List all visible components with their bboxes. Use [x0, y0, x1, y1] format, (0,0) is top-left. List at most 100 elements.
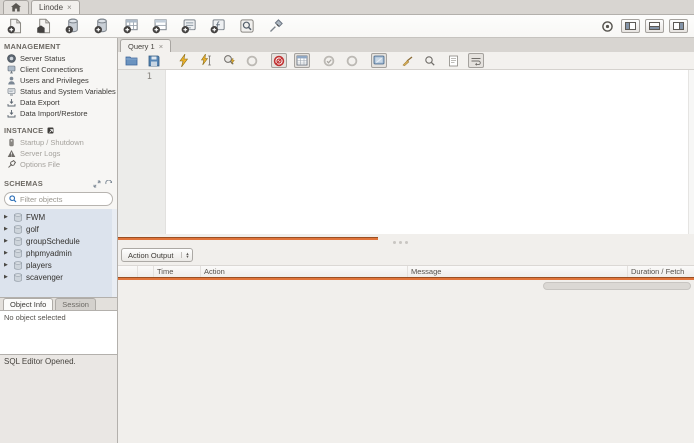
schema-item-groupschedule[interactable]: ▶ groupSchedule	[0, 235, 117, 247]
output-type-label: Action Output	[128, 250, 174, 260]
sidebar-item-users-privileges[interactable]: Users and Privileges	[0, 75, 117, 86]
editor-output-splitter[interactable]	[118, 233, 694, 246]
activity-indicator-icon	[598, 17, 616, 35]
tab-query-1[interactable]: Query 1 ×	[120, 39, 172, 52]
horizontal-scrollbar[interactable]	[543, 281, 691, 290]
dropdown-stepper-icon[interactable]: ▲ ▼	[181, 251, 192, 259]
column-header-time[interactable]: Time	[154, 265, 201, 277]
invisible-characters-icon[interactable]	[445, 53, 461, 68]
new-query-tab-icon[interactable]	[6, 17, 24, 35]
output-type-dropdown[interactable]: Action Output ▲ ▼	[121, 248, 194, 262]
create-view-icon[interactable]	[151, 17, 169, 35]
toggle-left-panel-button[interactable]	[621, 19, 640, 33]
explain-icon[interactable]	[221, 53, 237, 68]
sidebar-item-server-status[interactable]: Server Status	[0, 53, 117, 64]
create-procedure-icon[interactable]	[180, 17, 198, 35]
create-schema-icon[interactable]	[93, 17, 111, 35]
schema-icon	[13, 248, 23, 258]
splitter-highlight	[118, 236, 378, 240]
management-section-title: MANAGEMENT	[4, 42, 61, 51]
search-database-icon[interactable]	[238, 17, 256, 35]
output-table-body	[118, 279, 694, 443]
toggle-bottom-panel-button[interactable]	[645, 19, 664, 33]
save-script-icon[interactable]	[146, 53, 162, 68]
sidebar-item-options-file[interactable]: Options File	[0, 159, 117, 170]
sidebar: MANAGEMENT Server Status Client Connecti…	[0, 38, 118, 443]
chevron-right-icon[interactable]: ▶	[4, 274, 10, 280]
sidebar-item-data-import[interactable]: Data Import/Restore	[0, 108, 117, 119]
column-header-duration-fetch[interactable]: Duration / Fetch	[628, 266, 694, 277]
stop-icon[interactable]	[244, 53, 260, 68]
beautify-icon[interactable]	[399, 53, 415, 68]
status-bar: SQL Editor Opened.	[0, 355, 117, 443]
tab-connection-linode[interactable]: Linode ×	[31, 0, 80, 14]
sidebar-item-client-connections[interactable]: Client Connections	[0, 64, 117, 75]
chevron-right-icon[interactable]: ▶	[4, 226, 10, 232]
user-icon	[7, 76, 16, 85]
column-header-blank[interactable]	[118, 265, 138, 277]
schema-filter-input[interactable]	[20, 194, 108, 204]
export-icon	[7, 98, 16, 107]
tab-home[interactable]	[3, 0, 29, 14]
open-sql-script-icon[interactable]	[35, 17, 53, 35]
close-icon[interactable]: ×	[67, 3, 72, 12]
tree-scrollbar[interactable]	[112, 209, 117, 297]
commit-icon[interactable]	[321, 53, 337, 68]
search-icon	[9, 195, 17, 203]
execute-current-statement-icon[interactable]	[198, 53, 214, 68]
sql-editor-area: Query 1 × 1 Action Output ▲ ▼ Time Actio…	[118, 38, 694, 443]
close-icon[interactable]: ×	[159, 42, 163, 51]
toggle-autocommit-icon[interactable]	[371, 53, 387, 68]
create-function-icon[interactable]	[209, 17, 227, 35]
toggle-stop-on-error-icon[interactable]	[271, 53, 287, 68]
rollback-icon[interactable]	[344, 53, 360, 68]
schema-item-golf[interactable]: ▶ golf	[0, 223, 117, 235]
tab-session[interactable]: Session	[55, 298, 96, 310]
chevron-right-icon[interactable]: ▶	[4, 250, 10, 256]
schema-tree: ▶ FWM ▶ golf ▶ groupSchedule ▶ phpmyadmi…	[0, 209, 117, 297]
sidebar-item-startup-shutdown[interactable]: Startup / Shutdown	[0, 137, 117, 148]
chevron-right-icon[interactable]: ▶	[4, 214, 10, 220]
open-script-icon[interactable]	[123, 53, 139, 68]
create-table-icon[interactable]	[122, 17, 140, 35]
line-number: 1	[146, 72, 152, 82]
import-icon	[7, 109, 16, 118]
execute-icon[interactable]	[175, 53, 191, 68]
reconnect-dbms-icon[interactable]	[267, 17, 285, 35]
chevron-right-icon[interactable]: ▶	[4, 262, 10, 268]
find-icon[interactable]	[422, 53, 438, 68]
object-info-panel: No object selected	[0, 310, 117, 355]
power-icon	[7, 138, 16, 147]
schema-item-phpmyadmin[interactable]: ▶ phpmyadmin	[0, 247, 117, 259]
toggle-right-panel-button[interactable]	[669, 19, 688, 33]
inspect-database-icon[interactable]	[64, 17, 82, 35]
column-header-action[interactable]: Action	[201, 265, 408, 277]
schema-icon	[13, 236, 23, 246]
schema-item-fwm[interactable]: ▶ FWM	[0, 211, 117, 223]
tab-object-info[interactable]: Object Info	[3, 298, 54, 310]
sidebar-item-data-export[interactable]: Data Export	[0, 97, 117, 108]
splitter-grip-icon[interactable]	[393, 240, 396, 244]
sql-code-editor[interactable]: 1	[118, 70, 694, 234]
expand-schemas-icon[interactable]	[93, 180, 101, 188]
schema-item-players[interactable]: ▶ players	[0, 259, 117, 271]
toggle-limit-rows-icon[interactable]	[294, 53, 310, 68]
column-header-message[interactable]: Message	[408, 265, 628, 277]
column-header-blank[interactable]	[138, 265, 154, 277]
schema-icon	[13, 260, 23, 270]
wrap-text-icon[interactable]	[468, 53, 484, 68]
schema-icon	[13, 224, 23, 234]
chevron-right-icon[interactable]: ▶	[4, 238, 10, 244]
schema-item-scavenger[interactable]: ▶ scavenger	[0, 271, 117, 283]
schema-icon	[13, 272, 23, 282]
warning-triangle-icon	[7, 149, 16, 158]
wrench-icon	[7, 160, 16, 169]
sidebar-item-status-system-variables[interactable]: Status and System Variables	[0, 86, 117, 97]
sidebar-item-server-logs[interactable]: Server Logs	[0, 148, 117, 159]
editor-vertical-scrollbar[interactable]	[688, 70, 694, 234]
schema-filter	[4, 192, 113, 206]
instance-icon	[47, 127, 55, 135]
code-text-area[interactable]	[166, 70, 688, 234]
refresh-schemas-icon[interactable]	[105, 179, 113, 188]
window-tabstrip: Linode ×	[0, 0, 694, 15]
